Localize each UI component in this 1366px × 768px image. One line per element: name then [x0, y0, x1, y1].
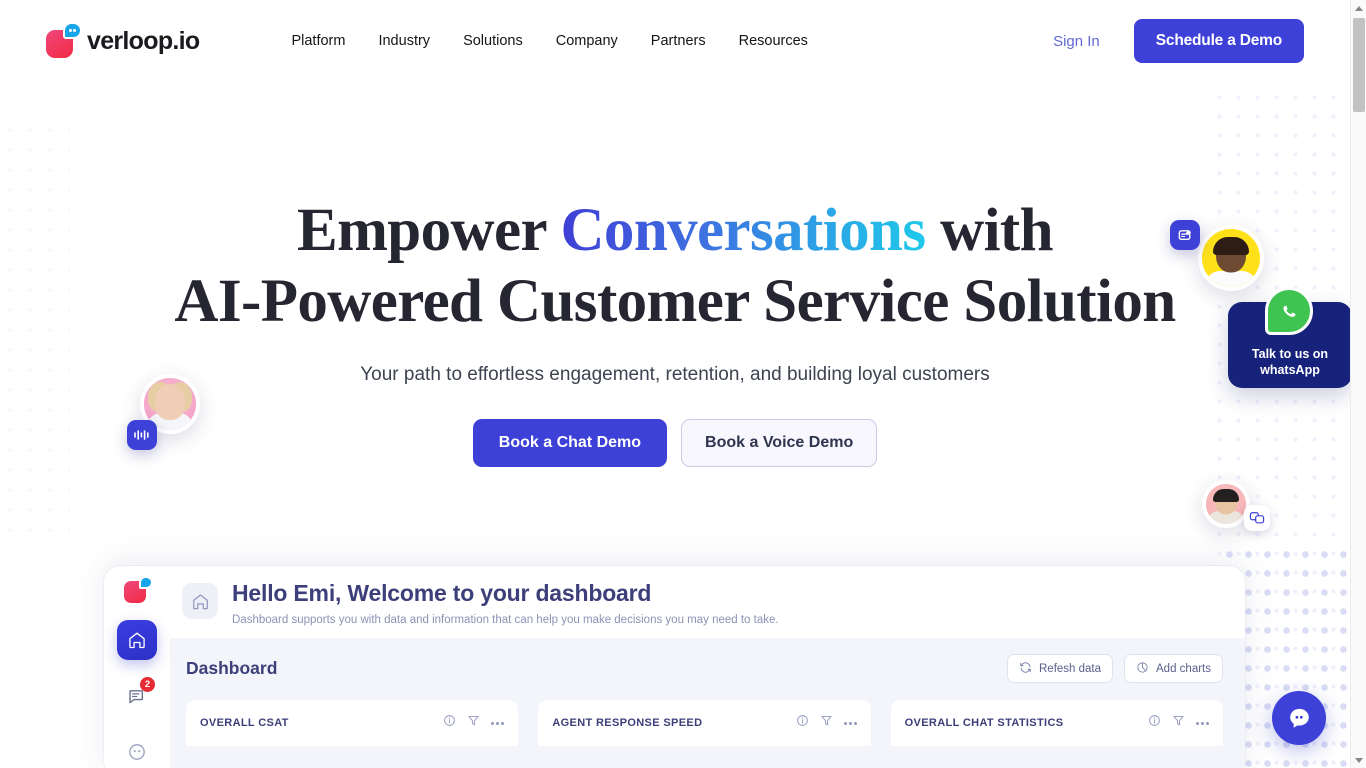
site-header: verloop.io Platform Industry Solutions C… — [0, 0, 1350, 82]
book-chat-demo-button[interactable]: Book a Chat Demo — [472, 418, 668, 467]
hero-section: Empower Conversations with AI-Powered Cu… — [0, 196, 1350, 467]
sidebar-logo-icon — [124, 576, 153, 604]
nav-item-solutions[interactable]: Solutions — [463, 33, 523, 49]
hero-cta-group: Book a Chat Demo Book a Voice Demo — [0, 418, 1350, 467]
compose-message-badge-icon — [1170, 220, 1200, 250]
dashboard-toolbar: Dashboard Refesh data Add charts — [186, 654, 1223, 683]
whatsapp-icon[interactable] — [1265, 287, 1313, 335]
card-overall-chat-statistics[interactable]: OVERALL CHAT STATISTICS — [890, 700, 1223, 746]
dashboard-main: Hello Emi, Welcome to your dashboard Das… — [170, 566, 1245, 768]
headline-part-1: Empower — [297, 197, 561, 264]
headline-part-2: with — [925, 197, 1053, 264]
nav-item-company[interactable]: Company — [556, 33, 618, 49]
logo-mark-icon — [46, 22, 82, 58]
scrollbar-thumb[interactable] — [1353, 18, 1365, 112]
dashboard-welcome-subtitle: Dashboard supports you with data and inf… — [232, 614, 779, 626]
nav-item-platform[interactable]: Platform — [291, 33, 345, 49]
dashboard-section-title: Dashboard — [186, 658, 278, 678]
main-nav: Platform Industry Solutions Company Part… — [291, 33, 807, 49]
dashboard-cards: OVERALL CSAT AGENT RESPONSE SPEED OVERAL… — [186, 700, 1223, 746]
whatsapp-label-line1: Talk to us on — [1251, 346, 1329, 361]
pie-chart-icon — [1136, 661, 1149, 677]
more-options-icon[interactable] — [843, 721, 857, 725]
logo[interactable]: verloop.io — [46, 22, 200, 58]
add-charts-button[interactable]: Add charts — [1124, 654, 1223, 683]
schedule-demo-button[interactable]: Schedule a Demo — [1133, 19, 1304, 63]
info-icon[interactable] — [1148, 714, 1161, 732]
browser-scrollbar[interactable] — [1350, 0, 1366, 768]
dashboard-action-buttons: Refesh data Add charts — [1007, 654, 1223, 683]
filter-icon[interactable] — [1172, 714, 1185, 732]
headline-line-2: AI-Powered Customer Service Solution — [174, 267, 1176, 335]
info-icon[interactable] — [796, 714, 809, 732]
card-agent-response-speed[interactable]: AGENT RESPONSE SPEED — [538, 700, 871, 746]
dashboard-body: Dashboard Refesh data Add charts OVERALL… — [170, 638, 1245, 768]
dashboard-sidebar: 2 — [104, 566, 170, 768]
avatar-top-right — [1198, 225, 1264, 291]
logo-text: verloop.io — [87, 26, 200, 55]
book-voice-demo-button[interactable]: Book a Voice Demo — [681, 418, 878, 467]
refresh-icon — [1019, 661, 1032, 677]
chat-bubble-icon — [1289, 708, 1309, 728]
filter-icon[interactable] — [467, 714, 480, 732]
sidebar-messages-badge: 2 — [140, 677, 155, 692]
dashboard-mockup: 2 Hello Emi, Welcome to your dashboard D… — [104, 566, 1245, 768]
page-root: verloop.io Platform Industry Solutions C… — [0, 0, 1366, 768]
more-options-icon[interactable] — [1195, 721, 1209, 725]
card-title: AGENT RESPONSE SPEED — [552, 717, 703, 729]
card-icon-group — [786, 714, 857, 732]
header-actions: Sign In Schedule a Demo — [1053, 19, 1304, 63]
chat-launcher-button[interactable] — [1272, 691, 1326, 745]
scrollbar-down-arrow-icon[interactable] — [1351, 752, 1366, 768]
home-icon — [182, 583, 218, 619]
card-title: OVERALL CSAT — [200, 717, 289, 729]
card-icon-group — [433, 714, 505, 732]
sidebar-item-home[interactable] — [117, 620, 157, 660]
scrollbar-up-arrow-icon[interactable] — [1351, 0, 1366, 16]
whatsapp-label-line2: whatsApp — [1260, 362, 1320, 377]
add-charts-label: Add charts — [1156, 662, 1211, 675]
dashboard-welcome: Hello Emi, Welcome to your dashboard Das… — [170, 566, 1245, 638]
sidebar-item-contacts[interactable] — [117, 732, 157, 768]
chat-pair-badge-icon — [1244, 505, 1270, 531]
refresh-data-button[interactable]: Refesh data — [1007, 654, 1114, 683]
refresh-data-label: Refesh data — [1039, 662, 1102, 675]
more-options-icon[interactable] — [491, 721, 505, 725]
avatar-bottom-right — [1202, 480, 1250, 528]
dashboard-welcome-title: Hello Emi, Welcome to your dashboard — [232, 580, 652, 606]
sidebar-item-messages[interactable]: 2 — [117, 676, 157, 716]
headline-accent-word: Conversations — [560, 197, 926, 264]
info-icon[interactable] — [443, 714, 456, 732]
nav-item-industry[interactable]: Industry — [378, 33, 430, 49]
voice-waveform-badge-icon — [127, 420, 157, 450]
hero-headline: Empower Conversations with AI-Powered Cu… — [0, 196, 1350, 338]
filter-icon[interactable] — [820, 714, 833, 732]
card-icon-group — [1138, 714, 1209, 732]
card-title: OVERALL CHAT STATISTICS — [904, 717, 1064, 729]
nav-item-partners[interactable]: Partners — [651, 33, 706, 49]
card-overall-csat[interactable]: OVERALL CSAT — [186, 700, 519, 746]
nav-item-resources[interactable]: Resources — [739, 33, 808, 49]
hero-subtitle: Your path to effortless engagement, rete… — [360, 363, 990, 385]
sign-in-link[interactable]: Sign In — [1053, 33, 1100, 50]
